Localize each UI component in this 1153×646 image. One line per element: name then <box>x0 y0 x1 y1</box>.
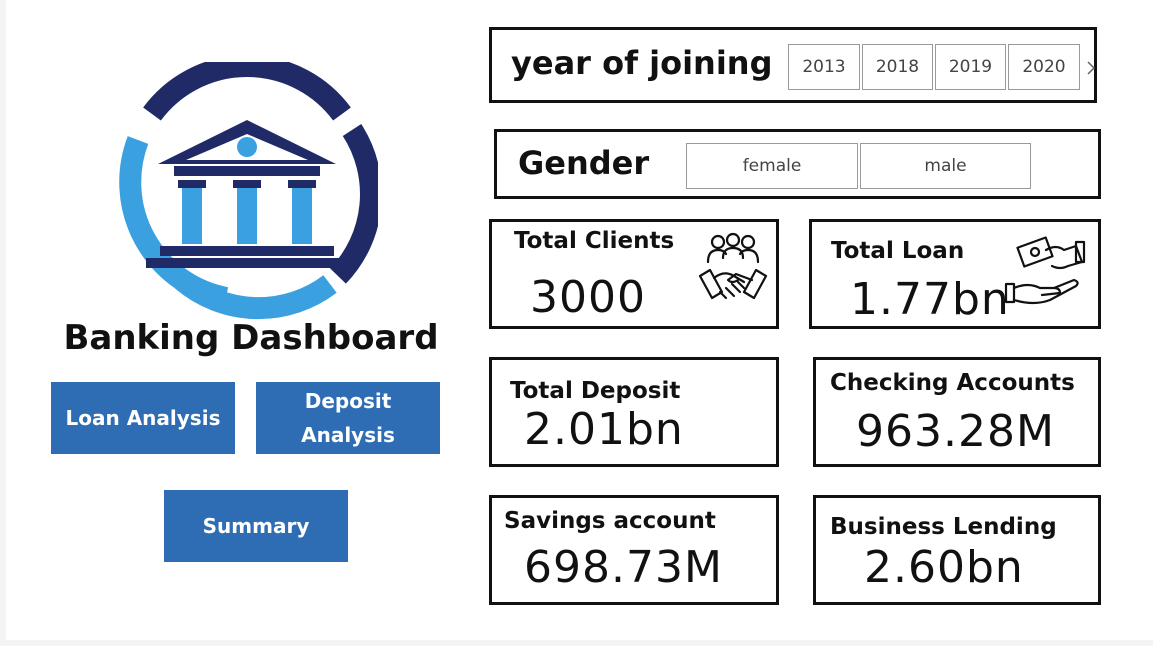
savings-account-value: 698.73M <box>524 542 723 593</box>
deposit-analysis-button[interactable]: Deposit Analysis <box>256 382 440 454</box>
gender-option-female[interactable]: female <box>686 143 858 189</box>
summary-button[interactable]: Summary <box>164 490 348 562</box>
year-option-2013[interactable]: 2013 <box>788 44 860 90</box>
business-lending-card: Business Lending 2.60bn <box>813 495 1101 605</box>
business-lending-value: 2.60bn <box>864 542 1024 593</box>
checking-accounts-card: Checking Accounts 963.28M <box>813 357 1101 467</box>
dashboard-title: Banking Dashboard <box>63 318 439 358</box>
year-option-2020[interactable]: 2020 <box>1008 44 1080 90</box>
business-lending-label: Business Lending <box>830 514 1057 540</box>
year-option-2019[interactable]: 2019 <box>935 44 1006 90</box>
total-loan-label: Total Loan <box>831 238 965 264</box>
savings-account-label: Savings account <box>504 508 716 534</box>
total-clients-value: 3000 <box>530 272 646 323</box>
clients-handshake-icon <box>698 232 768 300</box>
dashboard-canvas: Banking Dashboard Loan Analysis Deposit … <box>6 0 1153 640</box>
total-clients-card: Total Clients 3000 <box>489 219 779 329</box>
total-deposit-card: Total Deposit 2.01bn <box>489 357 779 467</box>
gender-slicer-title: Gender <box>518 144 650 182</box>
loan-analysis-label: Loan Analysis <box>65 406 221 430</box>
loan-analysis-button[interactable]: Loan Analysis <box>51 382 235 454</box>
checking-accounts-label: Checking Accounts <box>830 370 1075 396</box>
gender-slicer: Gender female male <box>494 129 1101 199</box>
year-slicer-title: year of joining <box>511 44 773 82</box>
deposit-analysis-label-line2: Analysis <box>301 423 395 447</box>
checking-accounts-value: 963.28M <box>856 406 1055 457</box>
summary-label: Summary <box>202 514 310 538</box>
total-loan-card: Total Loan 1.77bn <box>809 219 1101 329</box>
year-of-joining-slicer: year of joining 2013 2018 2019 2020 <box>489 27 1097 103</box>
total-deposit-value: 2.01bn <box>524 404 684 455</box>
deposit-analysis-label-line1: Deposit <box>304 389 392 413</box>
gender-option-male[interactable]: male <box>860 143 1031 189</box>
total-clients-label: Total Clients <box>514 228 675 254</box>
bank-logo-icon <box>119 62 378 320</box>
year-option-2018[interactable]: 2018 <box>862 44 933 90</box>
savings-account-card: Savings account 698.73M <box>489 495 779 605</box>
money-hand-icon <box>1004 236 1086 305</box>
chevron-right-icon[interactable] <box>1086 60 1096 76</box>
total-loan-value: 1.77bn <box>850 274 1010 325</box>
total-deposit-label: Total Deposit <box>510 378 681 404</box>
